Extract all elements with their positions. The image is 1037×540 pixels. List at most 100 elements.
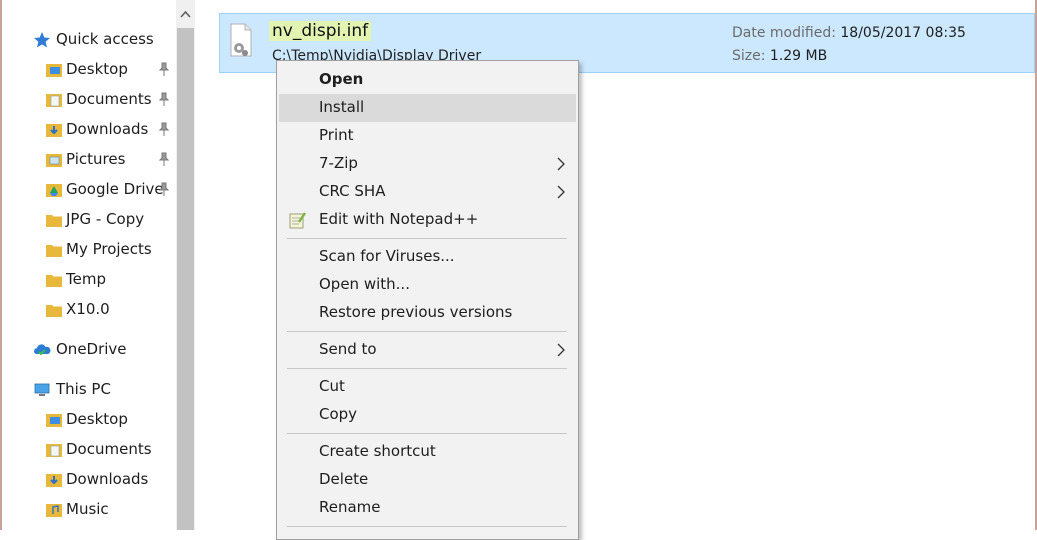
menu-item-restore-versions[interactable]: Restore previous versions — [279, 299, 576, 327]
navigation-pane: Quick access Desktop Documents Downloads… — [2, 0, 176, 530]
nav-label: OneDrive — [56, 340, 127, 358]
menu-item-label: Delete — [319, 470, 369, 488]
date-modified-label: Date modified: — [732, 25, 836, 41]
chevron-right-icon — [557, 157, 565, 171]
nav-pc-downloads[interactable]: Downloads — [2, 465, 176, 495]
nav-label: X10.0 — [66, 300, 110, 318]
menu-item-label: Open — [319, 70, 364, 88]
nav-label: Temp — [66, 270, 106, 288]
nav-label: My Projects — [66, 240, 152, 258]
folder-icon — [46, 305, 62, 317]
pin-icon[interactable] — [158, 122, 170, 136]
nav-item-documents[interactable]: Documents — [2, 85, 176, 115]
menu-item-label: Print — [319, 126, 354, 144]
nav-label: Google Drive — [66, 180, 164, 198]
menu-item-label: Cut — [319, 377, 345, 395]
nav-item-x10[interactable]: X10.0 — [2, 295, 176, 325]
google-drive-folder-icon — [46, 184, 62, 197]
menu-separator — [287, 368, 567, 369]
file-size: Size: 1.29 MB — [732, 48, 827, 64]
nav-onedrive[interactable]: OneDrive — [2, 335, 176, 365]
nav-label: Music — [66, 500, 109, 518]
nav-label: Desktop — [66, 60, 128, 78]
menu-item-label: Open with... — [319, 275, 410, 293]
nav-pc-desktop[interactable]: Desktop — [2, 405, 176, 435]
folder-icon — [46, 245, 62, 257]
downloads-folder-icon — [46, 124, 62, 137]
menu-item-label: Restore previous versions — [319, 303, 513, 321]
menu-item-cut[interactable]: Cut — [279, 373, 576, 401]
menu-item-delete[interactable]: Delete — [279, 466, 576, 494]
file-name: nv_dispi.inf — [269, 21, 372, 41]
downloads-folder-icon — [46, 474, 62, 487]
pin-icon[interactable] — [158, 152, 170, 166]
chevron-right-icon — [557, 185, 565, 199]
nav-label: Pictures — [66, 150, 126, 168]
documents-folder-icon — [46, 94, 62, 107]
menu-item-label: Send to — [319, 340, 377, 358]
nav-pc-documents[interactable]: Documents — [2, 435, 176, 465]
menu-separator — [287, 238, 567, 239]
date-modified-value: 18/05/2017 08:35 — [840, 25, 966, 41]
menu-item-crc-sha[interactable]: CRC SHA — [279, 178, 576, 206]
nav-item-pictures[interactable]: Pictures — [2, 145, 176, 175]
pictures-folder-icon — [46, 154, 62, 167]
folder-icon — [46, 275, 62, 287]
menu-item-open-with[interactable]: Open with... — [279, 271, 576, 299]
scroll-up-arrow-icon[interactable] — [176, 0, 195, 28]
nav-label: This PC — [56, 380, 111, 398]
menu-item-edit-notepadpp[interactable]: Edit with Notepad++ — [279, 206, 576, 234]
menu-separator — [287, 526, 567, 527]
size-label: Size: — [732, 48, 766, 64]
menu-item-label: Edit with Notepad++ — [319, 210, 479, 228]
documents-folder-icon — [46, 444, 62, 457]
menu-separator — [287, 433, 567, 434]
menu-item-rename[interactable]: Rename — [279, 494, 576, 522]
nav-label: Documents — [66, 90, 152, 108]
nav-this-pc[interactable]: This PC — [2, 375, 176, 405]
scroll-thumb[interactable] — [177, 28, 194, 530]
chevron-right-icon — [557, 343, 565, 357]
nav-label: JPG - Copy — [66, 210, 145, 228]
folder-icon — [46, 215, 62, 227]
star-icon — [34, 32, 50, 48]
menu-item-label: CRC SHA — [319, 182, 386, 200]
menu-item-send-to[interactable]: Send to — [279, 336, 576, 364]
notepad-plus-plus-icon — [289, 212, 306, 229]
menu-item-label: Scan for Viruses... — [319, 247, 455, 265]
nav-pc-music[interactable]: Music — [2, 495, 176, 525]
music-folder-icon — [46, 504, 62, 517]
nav-item-temp[interactable]: Temp — [2, 265, 176, 295]
nav-label: Desktop — [66, 410, 128, 428]
nav-item-google-drive[interactable]: Google Drive — [2, 175, 176, 205]
menu-item-copy[interactable]: Copy — [279, 401, 576, 429]
menu-item-create-shortcut[interactable]: Create shortcut — [279, 438, 576, 466]
menu-item-print[interactable]: Print — [279, 122, 576, 150]
desktop-folder-icon — [46, 414, 62, 427]
nav-item-desktop[interactable]: Desktop — [2, 55, 176, 85]
menu-separator — [287, 331, 567, 332]
pin-icon[interactable] — [158, 92, 170, 106]
context-menu: Open Install Print 7-Zip CRC SHA Edit wi… — [276, 60, 579, 540]
nav-item-my-projects[interactable]: My Projects — [2, 235, 176, 265]
pin-icon[interactable] — [158, 62, 170, 76]
computer-icon — [34, 383, 50, 396]
nav-label: Downloads — [66, 470, 149, 488]
nav-quick-access[interactable]: Quick access — [2, 25, 176, 55]
menu-item-label: 7-Zip — [319, 154, 358, 172]
nav-label: Downloads — [66, 120, 149, 138]
desktop-folder-icon — [46, 64, 62, 77]
menu-item-label: Rename — [319, 498, 381, 516]
menu-item-label: Copy — [319, 405, 358, 423]
menu-item-label: Create shortcut — [319, 442, 436, 460]
menu-item-7zip[interactable]: 7-Zip — [279, 150, 576, 178]
nav-item-jpg-copy[interactable]: JPG - Copy — [2, 205, 176, 235]
nav-label: Quick access — [56, 30, 154, 48]
nav-item-downloads[interactable]: Downloads — [2, 115, 176, 145]
nav-scrollbar[interactable] — [176, 0, 195, 530]
menu-item-scan-viruses[interactable]: Scan for Viruses... — [279, 243, 576, 271]
pin-icon[interactable] — [158, 182, 170, 196]
nav-label: Documents — [66, 440, 152, 458]
menu-item-install[interactable]: Install — [279, 94, 576, 122]
menu-item-open[interactable]: Open — [279, 66, 576, 94]
